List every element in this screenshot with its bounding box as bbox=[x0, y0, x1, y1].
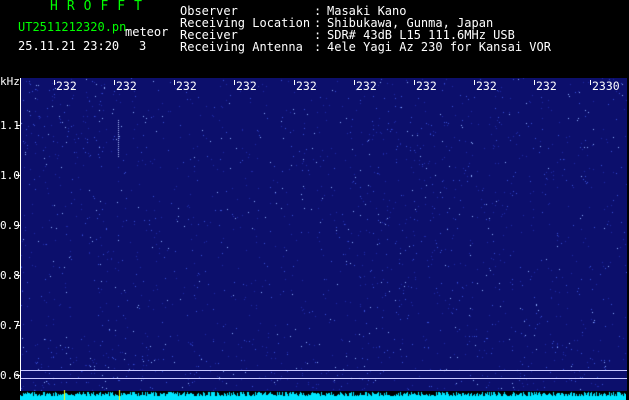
frequency-tick bbox=[16, 175, 20, 176]
date-time: 25.11.21 23:20 bbox=[18, 39, 120, 53]
time-tick bbox=[54, 80, 55, 85]
reference-line-upper bbox=[21, 370, 627, 371]
time-tick bbox=[590, 80, 591, 85]
time-label: 232 bbox=[416, 79, 437, 93]
signal-baseline bbox=[20, 390, 626, 400]
file-name: UT2511212320.pn bbox=[18, 20, 127, 34]
time-label: 232 bbox=[176, 79, 197, 93]
time-tick bbox=[414, 80, 415, 85]
frequency-tick bbox=[16, 325, 20, 326]
antenna-sep: : bbox=[314, 40, 322, 54]
time-tick bbox=[294, 80, 295, 85]
time-label: 2330 bbox=[592, 79, 620, 93]
spectrogram-noise bbox=[21, 78, 627, 391]
antenna-label: Receiving Antenna bbox=[180, 40, 303, 54]
time-label: 232 bbox=[116, 79, 137, 93]
time-tick bbox=[534, 80, 535, 85]
frequency-tick bbox=[16, 375, 20, 376]
spectrogram bbox=[20, 78, 627, 391]
meteor-count: 3 bbox=[139, 39, 147, 53]
time-tick bbox=[114, 80, 115, 85]
time-label: 232 bbox=[356, 79, 377, 93]
frequency-tick bbox=[16, 225, 20, 226]
app-brand: HROFFT bbox=[50, 0, 151, 14]
time-label: 232 bbox=[536, 79, 557, 93]
time-tick bbox=[234, 80, 235, 85]
time-tick bbox=[474, 80, 475, 85]
y-axis-unit: kHz bbox=[0, 75, 20, 88]
time-label: 232 bbox=[56, 79, 77, 93]
frequency-tick bbox=[16, 125, 20, 126]
frequency-tick bbox=[16, 275, 20, 276]
mode-label: meteor bbox=[125, 25, 169, 39]
time-tick bbox=[354, 80, 355, 85]
antenna-value: 4ele Yagi Az 230 for Kansai VOR bbox=[327, 40, 551, 54]
time-label: 232 bbox=[296, 79, 317, 93]
time-tick bbox=[174, 80, 175, 85]
time-label: 232 bbox=[236, 79, 257, 93]
reference-line-lower bbox=[21, 378, 627, 379]
time-label: 232 bbox=[476, 79, 497, 93]
